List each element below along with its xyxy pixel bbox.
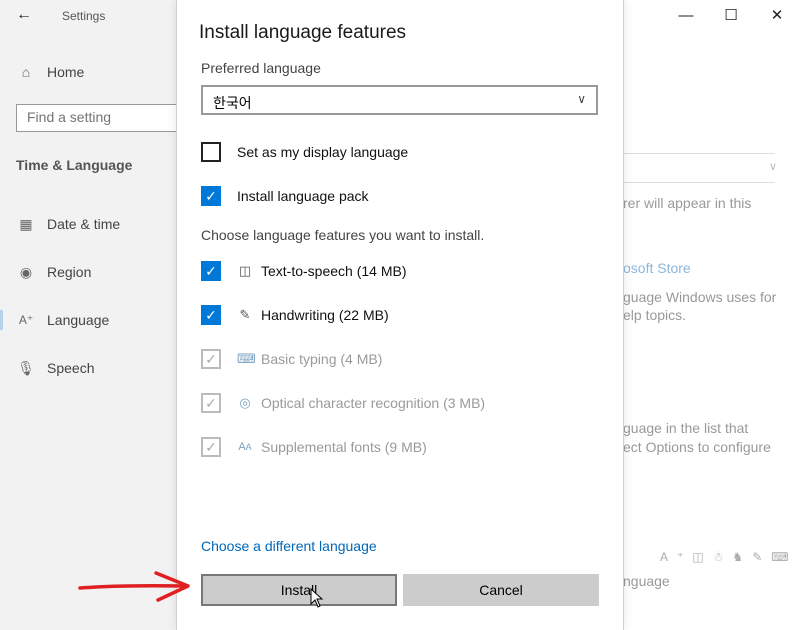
- feature-basic-typing: ✓ ⌨ Basic typing (4 MB): [201, 349, 382, 369]
- search-box[interactable]: [16, 104, 186, 132]
- install-language-dialog: Install language features Preferred lang…: [177, 0, 623, 630]
- minimize-icon[interactable]: —: [676, 6, 696, 26]
- nav-home[interactable]: ⌂ Home: [16, 62, 85, 82]
- calendar-clock-icon: ▦: [19, 215, 33, 232]
- handwriting-checkbox[interactable]: ✓: [201, 305, 221, 325]
- close-icon[interactable]: ✕: [767, 6, 787, 26]
- feature-handwriting[interactable]: ✓ ✎ Handwriting (22 MB): [201, 305, 389, 325]
- language-pack-checkbox[interactable]: ✓: [201, 186, 221, 206]
- background-text: rer will appear in this: [623, 195, 752, 211]
- sidebar-item-language[interactable]: A⁺ Language: [16, 310, 109, 330]
- display-language-checkbox[interactable]: [201, 142, 221, 162]
- background-text: elp topics.: [623, 307, 687, 323]
- background-text: ect Options to configure: [623, 439, 771, 455]
- text-to-speech-checkbox[interactable]: ✓: [201, 261, 221, 281]
- pen-icon: ✎: [239, 307, 251, 322]
- preferred-language-value: 한국어: [213, 95, 252, 111]
- background-text: nguage: [623, 573, 670, 589]
- cancel-button[interactable]: Cancel: [403, 574, 599, 606]
- basic-typing-checkbox: ✓: [201, 349, 221, 369]
- background-text: guage in the list that: [623, 420, 749, 436]
- language-pack-option[interactable]: ✓ Install language pack: [201, 186, 369, 206]
- sidebar-item-label: Language: [47, 312, 110, 328]
- font-icon: AA: [238, 441, 252, 453]
- feature-label: Handwriting (22 MB): [261, 307, 389, 323]
- camera-icon: ◎: [239, 395, 251, 410]
- feature-label: Basic typing (4 MB): [261, 351, 383, 367]
- back-arrow-icon[interactable]: ←: [16, 6, 32, 24]
- active-indicator: [0, 310, 3, 330]
- nav-home-label: Home: [47, 64, 85, 80]
- speech-icon: ◫: [238, 263, 252, 278]
- sidebar-item-date-time[interactable]: ▦ Date & time: [16, 214, 120, 234]
- feature-supplemental-fonts: ✓ AA Supplemental fonts (9 MB): [201, 437, 427, 457]
- choose-features-label: Choose language features you want to ins…: [201, 227, 485, 243]
- search-input[interactable]: [17, 105, 177, 129]
- choose-different-language-link[interactable]: Choose a different language: [201, 538, 377, 554]
- chevron-down-icon: ∨: [577, 92, 586, 106]
- maximize-icon[interactable]: ☐: [721, 6, 741, 26]
- background-store-link[interactable]: osoft Store: [623, 260, 691, 276]
- install-button[interactable]: Install: [201, 574, 397, 606]
- language-pack-label: Install language pack: [237, 188, 369, 204]
- section-title: Time & Language: [16, 157, 133, 173]
- microphone-icon: 🎙︎: [17, 359, 35, 376]
- supplemental-fonts-checkbox: ✓: [201, 437, 221, 457]
- globe-icon: ◉: [19, 263, 33, 280]
- sidebar-item-region[interactable]: ◉ Region: [16, 262, 91, 282]
- home-icon: ⌂: [21, 64, 31, 80]
- ocr-checkbox: ✓: [201, 393, 221, 413]
- language-icon: A⁺: [18, 313, 34, 327]
- window-title: Settings: [62, 9, 106, 23]
- background-dropdown: ∨: [623, 153, 777, 183]
- sidebar-item-label: Speech: [47, 360, 95, 376]
- preferred-language-label: Preferred language: [201, 60, 321, 76]
- mouse-cursor-icon: [310, 588, 324, 608]
- sidebar-item-speech[interactable]: 🎙︎ Speech: [16, 358, 94, 378]
- display-language-option[interactable]: Set as my display language: [201, 142, 408, 162]
- settings-sidebar: ← Settings ⌂ Home Time & Language ▦ Date…: [0, 0, 186, 630]
- feature-label: Supplemental fonts (9 MB): [261, 439, 427, 455]
- feature-text-to-speech[interactable]: ✓ ◫ Text-to-speech (14 MB): [201, 261, 407, 281]
- preferred-language-select[interactable]: 한국어 ∨: [201, 85, 598, 115]
- dialog-title: Install language features: [199, 22, 407, 43]
- feature-label: Text-to-speech (14 MB): [261, 263, 407, 279]
- background-feature-icons: A⁺◫☃♞✎⌨: [660, 550, 798, 564]
- display-language-label: Set as my display language: [237, 144, 409, 160]
- sidebar-item-label: Region: [47, 264, 92, 280]
- red-arrow-annotation: [78, 571, 190, 602]
- keyboard-icon: ⌨: [237, 351, 256, 366]
- background-text: guage Windows uses for: [623, 289, 777, 305]
- feature-ocr: ✓ ◎ Optical character recognition (3 MB): [201, 393, 485, 413]
- sidebar-item-label: Date & time: [47, 216, 121, 232]
- chevron-down-icon: ∨: [768, 161, 777, 173]
- feature-label: Optical character recognition (3 MB): [261, 395, 486, 411]
